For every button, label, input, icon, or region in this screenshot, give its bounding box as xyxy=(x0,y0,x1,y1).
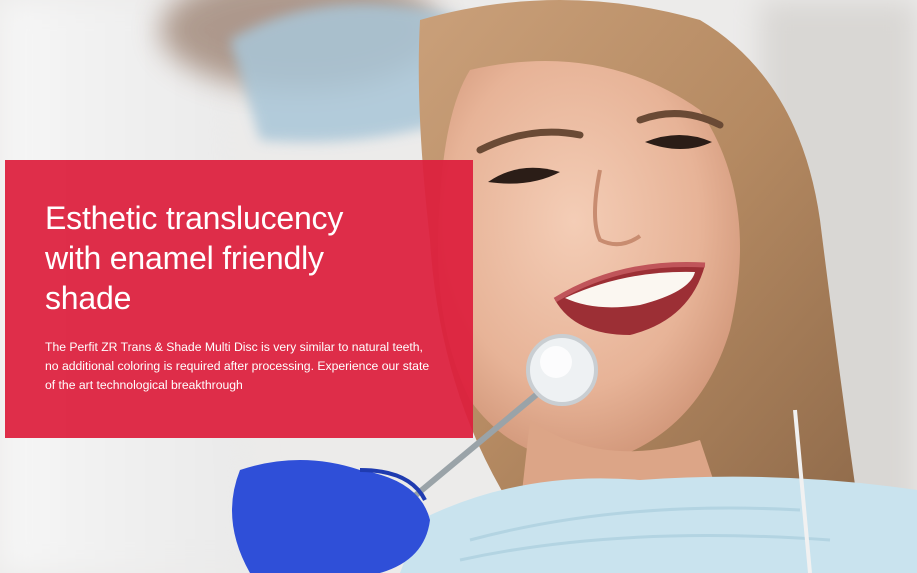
hero-banner: Esthetic translucency with enamel friend… xyxy=(0,0,917,573)
gloved-hand-icon xyxy=(232,460,430,573)
promo-panel: Esthetic translucency with enamel friend… xyxy=(5,160,473,438)
description-text: The Perfit ZR Trans & Shade Multi Disc i… xyxy=(45,340,430,392)
headline: Esthetic translucency with enamel friend… xyxy=(45,200,344,316)
